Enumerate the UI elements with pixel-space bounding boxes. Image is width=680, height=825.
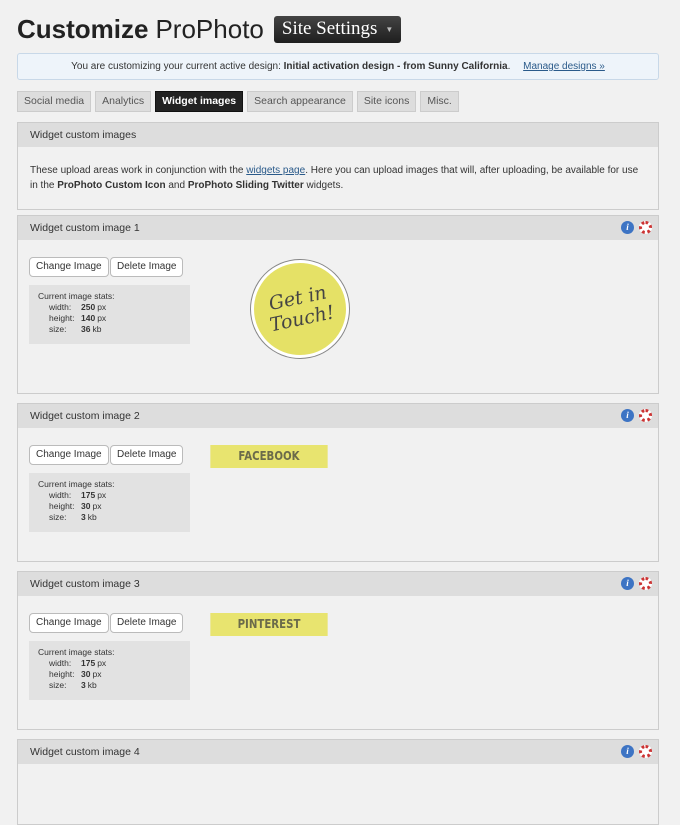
change-image-button[interactable]: Change Image (29, 257, 109, 277)
tab-social-media[interactable]: Social media (17, 91, 92, 112)
tab-widget-images[interactable]: Widget images (155, 91, 244, 112)
panel-title: Widget custom image 2 (30, 410, 140, 422)
facebook-image: FACEBOOK (210, 445, 328, 468)
manage-designs-link[interactable]: Manage designs » (523, 61, 605, 72)
panel-title: Widget custom image 3 (30, 578, 140, 590)
tab-analytics[interactable]: Analytics (95, 91, 152, 112)
delete-image-button[interactable]: Delete Image (110, 445, 184, 465)
help-icon[interactable] (639, 221, 652, 234)
info-icon[interactable]: i (621, 409, 634, 422)
panel-header: Widget custom images (18, 123, 658, 147)
intro-text: These upload areas work in conjunction w… (30, 165, 639, 191)
site-settings-dropdown[interactable]: Site Settings ▼ (273, 16, 402, 43)
tab-misc[interactable]: Misc. (420, 91, 459, 112)
image-stats: Current image stats: width: 250 px height:… (29, 285, 190, 344)
info-icon[interactable]: i (621, 221, 634, 234)
tab-search-appearance[interactable]: Search appearance (247, 91, 353, 112)
help-icon[interactable] (639, 409, 652, 422)
image-stats: Current image stats: width: 175 px height:… (29, 473, 190, 532)
widgets-page-link[interactable]: widgets page (246, 165, 305, 176)
intro-panel: Widget custom images These upload areas … (17, 122, 659, 210)
widget-image-panel-1: Widget custom image 1 i Change Image Dele… (17, 215, 659, 394)
help-icon[interactable] (639, 577, 652, 590)
panel-title: Widget custom image 4 (30, 746, 140, 758)
delete-image-button[interactable]: Delete Image (110, 257, 184, 277)
help-icon[interactable] (639, 745, 652, 758)
widget-image-panel-4: Widget custom image 4 i (17, 739, 659, 825)
page-title: Customize ProPhoto Site Settings ▼ (17, 14, 402, 45)
info-icon[interactable]: i (621, 577, 634, 590)
tabs: Social media Analytics Widget images Sea… (17, 91, 459, 112)
info-icon[interactable]: i (621, 745, 634, 758)
caret-down-icon: ▼ (385, 24, 394, 34)
design-notice: You are customizing your current active … (17, 53, 659, 80)
tab-site-icons[interactable]: Site icons (356, 91, 417, 112)
pinterest-image: PINTEREST (210, 613, 328, 636)
delete-image-button[interactable]: Delete Image (110, 613, 184, 633)
widget-image-panel-2: Widget custom image 2 i Change Image Dele… (17, 403, 659, 562)
panel-title: Widget custom image 1 (30, 222, 140, 234)
change-image-button[interactable]: Change Image (29, 445, 109, 465)
change-image-button[interactable]: Change Image (29, 613, 109, 633)
widget-image-panel-3: Widget custom image 3 i Change Image Dele… (17, 571, 659, 730)
image-stats: Current image stats: width: 175 px height:… (29, 641, 190, 700)
get-in-touch-image: Get in Touch! (241, 250, 359, 368)
